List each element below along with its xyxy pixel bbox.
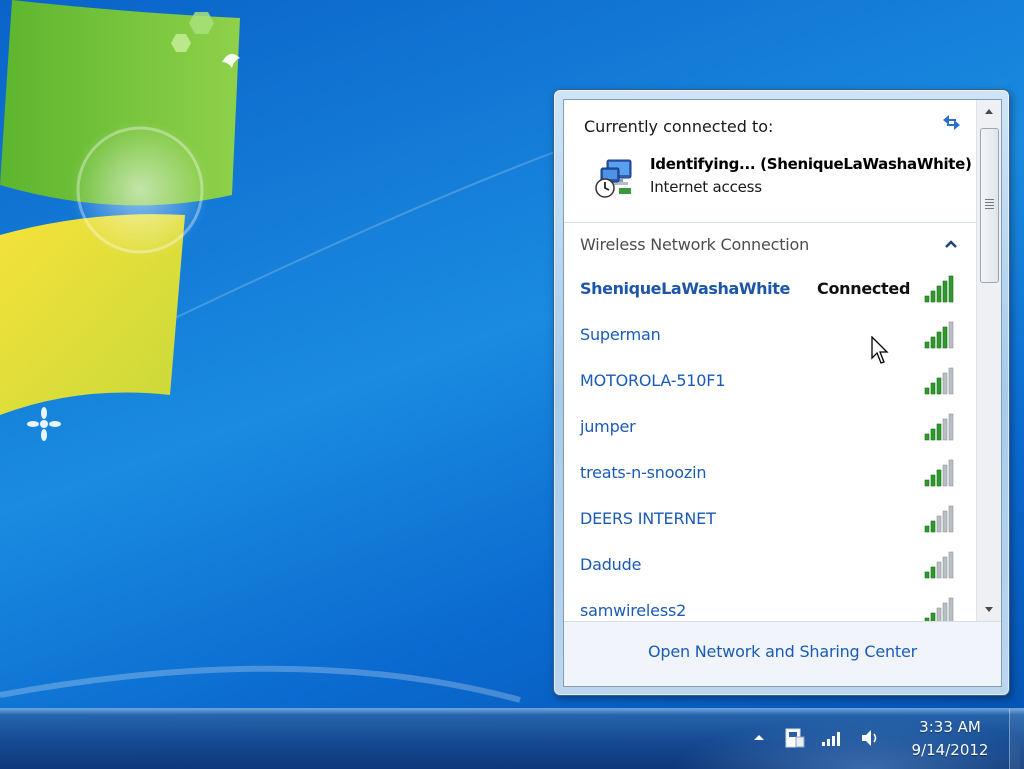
signal-bar bbox=[948, 275, 954, 303]
wireless-signal-icon[interactable] bbox=[819, 725, 845, 751]
signal-bar bbox=[936, 561, 942, 579]
signal-bar bbox=[936, 469, 942, 487]
network-item-motorola-510f1[interactable]: MOTOROLA-510F1 bbox=[564, 363, 976, 407]
signal-bar bbox=[948, 321, 954, 349]
signal-bar bbox=[924, 479, 930, 487]
signal-bar bbox=[930, 382, 936, 395]
signal-strength-icon bbox=[924, 367, 954, 395]
network-name: samwireless2 bbox=[580, 601, 687, 620]
network-name: Superman bbox=[580, 325, 661, 344]
action-center-flag-icon[interactable] bbox=[782, 725, 808, 751]
wireless-section-label: Wireless Network Connection bbox=[580, 235, 810, 254]
signal-bar bbox=[942, 556, 948, 579]
scrollbar-grip bbox=[985, 199, 994, 209]
clock-date: 9/14/2012 bbox=[911, 741, 989, 759]
signal-bar bbox=[942, 510, 948, 533]
open-network-sharing-center-link[interactable]: Open Network and Sharing Center bbox=[564, 642, 1001, 661]
signal-bar bbox=[930, 428, 936, 441]
speaker-volume-icon[interactable] bbox=[857, 725, 883, 751]
signal-bar bbox=[924, 295, 930, 303]
network-item-superman[interactable]: Superman bbox=[564, 317, 976, 361]
signal-bar bbox=[936, 423, 942, 441]
signal-bar bbox=[948, 551, 954, 579]
mouse-pointer-icon bbox=[871, 336, 889, 364]
signal-bar bbox=[924, 341, 930, 349]
signal-bar bbox=[936, 515, 942, 533]
signal-bar bbox=[936, 377, 942, 395]
network-name: jumper bbox=[580, 417, 636, 436]
signal-bar bbox=[930, 474, 936, 487]
clock-time: 3:33 AM bbox=[919, 718, 981, 736]
network-flyout-panel: Currently connected to: Identifying... (… bbox=[563, 99, 1002, 687]
signal-bar bbox=[942, 326, 948, 349]
signal-bar bbox=[924, 571, 930, 579]
signal-bar bbox=[936, 331, 942, 349]
signal-bar bbox=[930, 336, 936, 349]
current-connection-section: Currently connected to: Identifying... (… bbox=[564, 100, 976, 223]
currently-connected-label: Currently connected to: bbox=[584, 117, 774, 136]
signal-bar bbox=[930, 290, 936, 303]
signal-bar bbox=[948, 413, 954, 441]
signal-bar bbox=[924, 433, 930, 441]
current-network-access-status: Internet access bbox=[650, 178, 762, 196]
network-list-scrollbar[interactable] bbox=[976, 100, 1001, 621]
show-desktop-button[interactable] bbox=[1009, 709, 1024, 769]
signal-bar bbox=[936, 285, 942, 303]
signal-bar bbox=[948, 367, 954, 395]
signal-strength-icon bbox=[924, 551, 954, 579]
show-hidden-icons-arrow-icon[interactable] bbox=[746, 725, 772, 751]
network-item-sheniquelawashawhite[interactable]: SheniqueLaWashaWhite Connected bbox=[564, 271, 976, 315]
signal-bar bbox=[948, 459, 954, 487]
network-item-jumper[interactable]: jumper bbox=[564, 409, 976, 453]
signal-bar bbox=[942, 464, 948, 487]
network-name: Dadude bbox=[580, 555, 642, 574]
chevron-up-icon[interactable] bbox=[942, 235, 960, 253]
network-name: DEERS INTERNET bbox=[580, 509, 716, 528]
signal-bar bbox=[942, 280, 948, 303]
scroll-up-arrow-icon[interactable] bbox=[977, 100, 1001, 124]
identifying-network-icon bbox=[595, 159, 632, 198]
refresh-arrows-icon[interactable] bbox=[938, 111, 964, 133]
signal-bar bbox=[924, 525, 930, 533]
signal-strength-icon bbox=[924, 459, 954, 487]
signal-bar bbox=[948, 505, 954, 533]
wireless-section-header[interactable]: Wireless Network Connection bbox=[564, 225, 976, 265]
network-name: SheniqueLaWashaWhite bbox=[580, 279, 790, 298]
signal-bar bbox=[924, 387, 930, 395]
network-name: MOTOROLA-510F1 bbox=[580, 371, 726, 390]
network-status: Connected bbox=[817, 279, 911, 298]
network-flyout: Currently connected to: Identifying... (… bbox=[553, 89, 1010, 696]
network-item-deers-internet[interactable]: DEERS INTERNET bbox=[564, 501, 976, 545]
signal-strength-icon bbox=[924, 321, 954, 349]
signal-strength-icon bbox=[924, 413, 954, 441]
scrollbar-thumb[interactable] bbox=[980, 128, 999, 283]
network-name: treats-n-snoozin bbox=[580, 463, 707, 482]
flyout-footer: Open Network and Sharing Center bbox=[564, 621, 1001, 686]
network-item-treats-n-snoozin[interactable]: treats-n-snoozin bbox=[564, 455, 976, 499]
signal-bar bbox=[942, 372, 948, 395]
taskbar-clock[interactable]: 3:33 AM 9/14/2012 bbox=[900, 716, 1000, 762]
taskbar: 3:33 AM 9/14/2012 bbox=[0, 708, 1024, 769]
signal-strength-icon bbox=[924, 275, 954, 303]
current-network-name: Identifying... (SheniqueLaWashaWhite) bbox=[650, 155, 972, 173]
network-item-dadude[interactable]: Dadude bbox=[564, 547, 976, 591]
signal-bar bbox=[930, 566, 936, 579]
scroll-down-arrow-icon[interactable] bbox=[977, 597, 1001, 621]
signal-bar bbox=[930, 520, 936, 533]
signal-bar bbox=[942, 418, 948, 441]
signal-strength-icon bbox=[924, 505, 954, 533]
